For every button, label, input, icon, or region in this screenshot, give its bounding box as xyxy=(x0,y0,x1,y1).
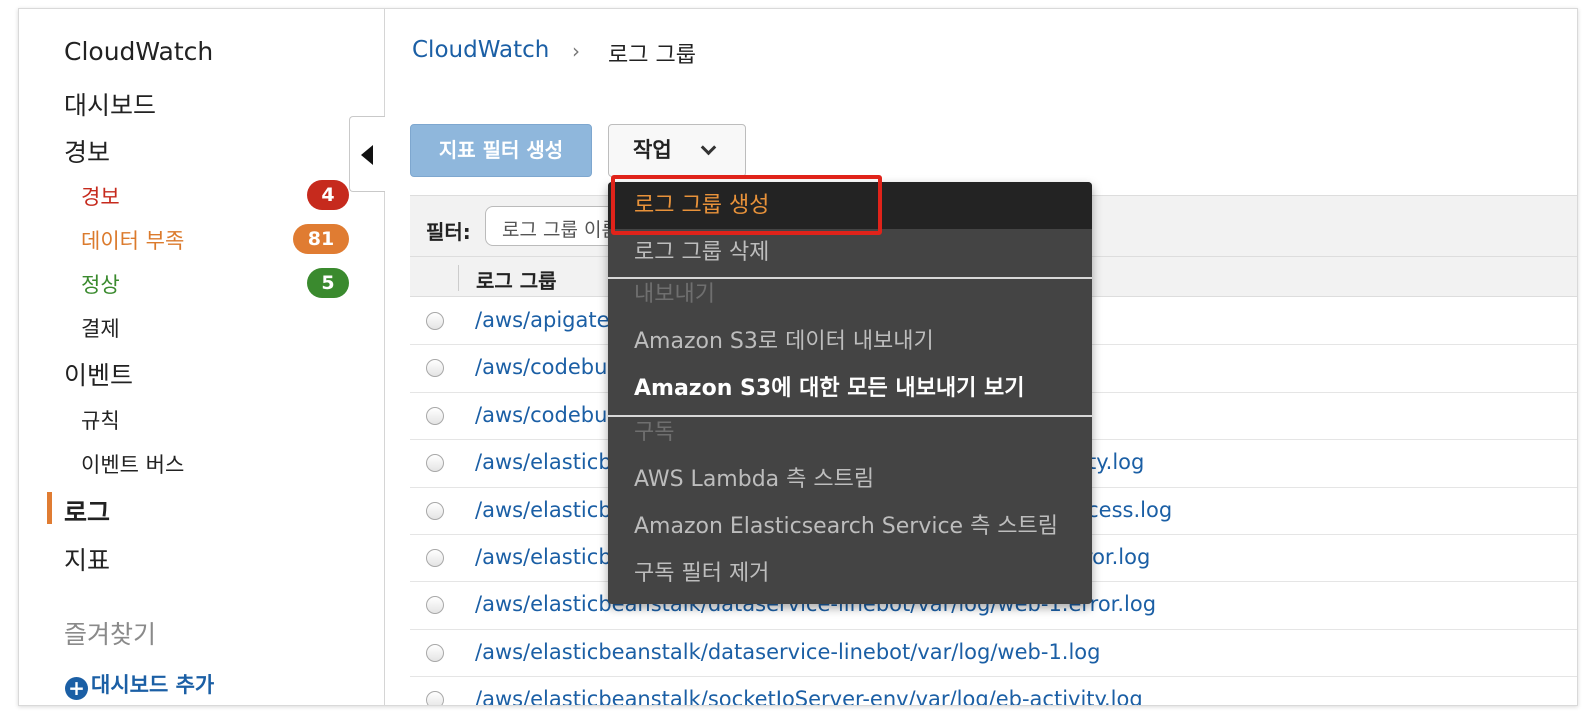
sidebar-item-event-buses[interactable]: 이벤트 버스 xyxy=(81,449,184,479)
row-radio[interactable] xyxy=(426,406,444,425)
breadcrumb-cloudwatch[interactable]: CloudWatch xyxy=(412,37,549,63)
menu-item-export-to-s3[interactable]: Amazon S3로 데이터 내보내기 xyxy=(608,318,1092,365)
log-group-link[interactable]: /aws/elasticbeanstalk/dataservice-linebo… xyxy=(475,640,1101,664)
table-row: /aws/elasticbeanstalk/socketIoServer-env… xyxy=(410,677,1577,705)
highlight-annotation xyxy=(611,175,882,235)
row-radio[interactable] xyxy=(426,501,444,520)
menu-item-view-all-exports[interactable]: Amazon S3에 대한 모든 내보내기 보기 xyxy=(608,365,1092,412)
breadcrumb-separator-icon: › xyxy=(572,39,580,63)
menu-item-stream-to-lambda[interactable]: AWS Lambda 측 스트림 xyxy=(608,456,1092,503)
sidebar-item-cloudwatch[interactable]: CloudWatch xyxy=(64,37,213,66)
menu-header-export: 내보내기 xyxy=(634,282,715,307)
ok-count-badge: 5 xyxy=(307,268,349,298)
actions-menu: 로그 그룹 생성 로그 그룹 삭제 내보내기 Amazon S3로 데이터 내보… xyxy=(608,182,1092,604)
row-radio[interactable] xyxy=(426,454,444,473)
create-metric-filter-button[interactable]: 지표 필터 생성 xyxy=(410,124,592,177)
row-radio[interactable] xyxy=(426,312,444,330)
row-radio[interactable] xyxy=(426,359,444,378)
sidebar-item-alarms[interactable]: 경보 xyxy=(64,133,110,169)
sidebar: CloudWatch 대시보드 경보 경보 4 데이터 부족 81 정상 5 결… xyxy=(19,9,385,705)
row-radio[interactable] xyxy=(426,596,444,615)
collapse-sidebar-button[interactable] xyxy=(349,116,385,192)
sidebar-item-alarm-state[interactable]: 경보 xyxy=(81,181,120,211)
sidebar-item-insufficient-data[interactable]: 데이터 부족 xyxy=(81,225,184,255)
chevron-down-icon xyxy=(700,139,717,156)
menu-item-remove-subscription-filter[interactable]: 구독 필터 제거 xyxy=(608,550,1092,597)
row-radio[interactable] xyxy=(426,643,444,662)
sidebar-item-metrics[interactable]: 지표 xyxy=(64,541,110,577)
table-row: /aws/elasticbeanstalk/dataservice-linebo… xyxy=(410,630,1577,678)
filter-label: 필터: xyxy=(426,220,471,244)
add-dashboard-label: 대시보드 추가 xyxy=(91,673,215,697)
sidebar-item-ok[interactable]: 정상 xyxy=(81,269,120,299)
menu-item-delete-log-group[interactable]: 로그 그룹 삭제 xyxy=(608,229,1092,276)
sidebar-item-logs[interactable]: 로그 xyxy=(64,493,110,529)
insufficient-count-badge: 81 xyxy=(293,224,349,254)
actions-label: 작업 xyxy=(633,138,672,162)
log-group-link[interactable]: /aws/elasticbeanstalk/socketIoServer-env… xyxy=(475,687,1143,705)
sidebar-item-dashboards[interactable]: 대시보드 xyxy=(64,86,156,122)
breadcrumb-current: 로그 그룹 xyxy=(608,43,696,68)
add-dashboard-link[interactable]: + 대시보드 추가 xyxy=(65,669,214,700)
caret-left-icon xyxy=(361,145,373,165)
row-radio[interactable] xyxy=(426,691,444,705)
plus-circle-icon: + xyxy=(65,677,88,700)
menu-header-subscription: 구독 xyxy=(634,420,675,445)
sidebar-item-billing[interactable]: 결제 xyxy=(81,313,120,343)
column-divider xyxy=(458,265,459,291)
app-frame: CloudWatch 대시보드 경보 경보 4 데이터 부족 81 정상 5 결… xyxy=(18,8,1578,706)
menu-item-stream-to-elasticsearch[interactable]: Amazon Elasticsearch Service 측 스트림 xyxy=(608,503,1092,550)
sidebar-item-rules[interactable]: 규칙 xyxy=(81,405,120,435)
active-indicator xyxy=(47,492,52,524)
favorites-heading: 즐겨찾기 xyxy=(64,620,157,649)
actions-dropdown-button[interactable]: 작업 xyxy=(608,124,746,177)
sidebar-item-events[interactable]: 이벤트 xyxy=(64,356,133,392)
alarm-count-badge: 4 xyxy=(307,180,349,210)
row-radio[interactable] xyxy=(426,548,444,567)
column-header-log-group[interactable]: 로그 그룹 xyxy=(476,265,557,294)
